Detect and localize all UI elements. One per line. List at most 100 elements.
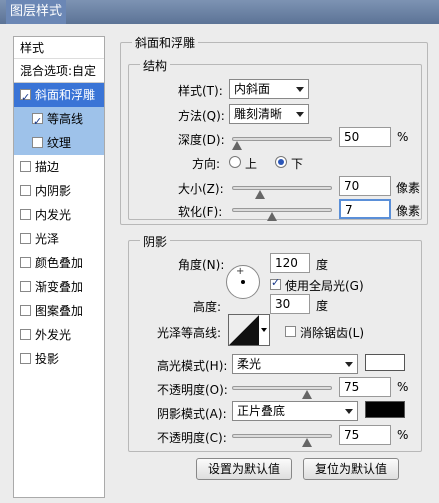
style-item[interactable]: 描边 — [14, 155, 104, 179]
shadow-opacity-unit: % — [397, 428, 409, 442]
reset-default-button[interactable]: 复位为默认值 — [303, 458, 399, 480]
style-item[interactable]: 等高线 — [14, 107, 104, 134]
style-item-label: 等高线 — [47, 112, 84, 126]
direction-up-radio[interactable] — [229, 156, 241, 168]
style-item[interactable]: 颜色叠加 — [14, 251, 104, 275]
global-light-label: 使用全局光(G) — [285, 279, 364, 293]
style-item[interactable]: 光泽 — [14, 227, 104, 251]
style-item[interactable]: 纹理 — [14, 131, 104, 155]
style-item[interactable]: 内阴影 — [14, 179, 104, 203]
highlight-opacity-thumb[interactable] — [302, 390, 312, 399]
contour-preview-icon — [229, 315, 259, 345]
style-item[interactable]: 外发光 — [14, 323, 104, 347]
window-title: 图层样式 — [6, 0, 67, 24]
altitude-input[interactable]: 30 — [270, 294, 310, 314]
style-item-checkbox[interactable] — [20, 329, 31, 340]
style-item[interactable]: 渐变叠加 — [14, 275, 104, 299]
style-item-checkbox[interactable] — [20, 353, 31, 364]
size-input[interactable]: 70 — [339, 176, 391, 196]
angle-label: 角度(N): — [178, 258, 225, 272]
angle-dial[interactable]: + — [226, 265, 260, 299]
style-item[interactable]: 投影 — [14, 347, 104, 371]
style-item-checkbox[interactable] — [32, 110, 43, 134]
size-slider-thumb[interactable] — [255, 190, 265, 199]
gloss-contour-label: 光泽等高线: — [157, 326, 222, 340]
highlight-opacity-slider[interactable] — [232, 386, 332, 390]
style-label: 样式(T): — [178, 84, 223, 98]
style-item-checkbox[interactable] — [20, 233, 31, 244]
highlight-color-swatch[interactable] — [365, 354, 405, 371]
crosshair-icon: + — [236, 266, 245, 277]
angle-unit: 度 — [316, 258, 329, 272]
style-item-label: 渐变叠加 — [35, 280, 84, 294]
shadow-mode-value: 正片叠底 — [237, 404, 286, 418]
global-light-checkbox[interactable] — [270, 276, 281, 290]
direction-down-radio[interactable] — [275, 156, 287, 168]
highlight-opacity-input[interactable]: 75 — [339, 377, 391, 397]
style-item-checkbox[interactable] — [20, 257, 31, 268]
gloss-contour-picker[interactable] — [228, 314, 270, 346]
shadow-opacity-slider[interactable] — [232, 434, 332, 438]
direction-up-label: 上 — [245, 157, 258, 171]
highlight-mode-select[interactable]: 柔光 — [232, 354, 358, 374]
shadow-opacity-label: 不透明度(C): — [157, 431, 227, 445]
style-item[interactable]: 图案叠加 — [14, 299, 104, 323]
method-select-value: 雕刻清晰 — [234, 107, 283, 121]
soften-slider-thumb[interactable] — [267, 212, 277, 221]
angle-center-dot — [241, 280, 245, 284]
shadow-mode-label: 阴影模式(A): — [157, 407, 227, 421]
style-item-label: 内发光 — [35, 208, 72, 222]
style-select-value: 内斜面 — [234, 82, 271, 96]
structure-title: 结构 — [140, 57, 171, 74]
direction-label: 方向: — [192, 157, 221, 171]
chevron-down-icon — [296, 112, 304, 117]
depth-label: 深度(D): — [178, 133, 225, 147]
method-select[interactable]: 雕刻清晰 — [229, 104, 309, 124]
anti-alias-label: 消除锯齿(L) — [300, 326, 365, 340]
direction-down-label: 下 — [291, 157, 304, 171]
make-default-button[interactable]: 设置为默认值 — [196, 458, 292, 480]
highlight-opacity-label: 不透明度(O): — [157, 383, 228, 397]
style-item-label: 颜色叠加 — [35, 256, 84, 270]
soften-input[interactable]: 7 — [339, 199, 391, 219]
highlight-opacity-unit: % — [397, 380, 409, 394]
depth-slider[interactable] — [232, 137, 332, 141]
blend-options-item[interactable]: 混合选项:自定 — [14, 59, 104, 83]
style-item-checkbox[interactable] — [20, 281, 31, 292]
style-item-checkbox[interactable] — [20, 86, 31, 110]
highlight-mode-label: 高光模式(H): — [157, 359, 228, 373]
style-select[interactable]: 内斜面 — [229, 79, 309, 99]
altitude-unit: 度 — [316, 299, 329, 313]
chevron-down-icon — [296, 87, 304, 92]
shading-title: 阴影 — [140, 233, 171, 250]
angle-input[interactable]: 120 — [270, 253, 310, 273]
depth-slider-thumb[interactable] — [232, 141, 242, 150]
style-item-label: 纹理 — [47, 136, 72, 150]
anti-alias-checkbox[interactable] — [285, 326, 296, 337]
style-item-label: 图案叠加 — [35, 304, 84, 318]
style-item-checkbox[interactable] — [20, 305, 31, 316]
shadow-opacity-thumb[interactable] — [302, 438, 312, 447]
method-label: 方法(Q): — [178, 109, 225, 123]
style-item-checkbox[interactable] — [20, 185, 31, 196]
style-item-checkbox[interactable] — [32, 137, 43, 148]
style-item[interactable]: 斜面和浮雕 — [14, 83, 104, 110]
layer-style-dialog: 图层样式 样式 混合选项:自定 斜面和浮雕等高线纹理描边内阴影内发光光泽颜色叠加… — [0, 0, 439, 503]
soften-label: 软化(F): — [178, 205, 223, 219]
style-item-label: 内阴影 — [35, 184, 72, 198]
size-slider[interactable] — [232, 186, 332, 190]
altitude-label: 高度: — [193, 300, 222, 314]
chevron-down-icon — [261, 328, 267, 332]
style-item-checkbox[interactable] — [20, 161, 31, 172]
chevron-down-icon — [345, 409, 353, 414]
style-item-checkbox[interactable] — [20, 209, 31, 220]
shadow-color-swatch[interactable] — [365, 401, 405, 418]
size-label: 大小(Z): — [178, 182, 224, 196]
shadow-mode-select[interactable]: 正片叠底 — [232, 401, 358, 421]
highlight-mode-value: 柔光 — [237, 357, 262, 371]
shadow-opacity-input[interactable]: 75 — [339, 425, 391, 445]
style-item[interactable]: 内发光 — [14, 203, 104, 227]
styles-header[interactable]: 样式 — [14, 37, 104, 59]
depth-input[interactable]: 50 — [339, 127, 391, 147]
soften-slider[interactable] — [232, 208, 332, 212]
